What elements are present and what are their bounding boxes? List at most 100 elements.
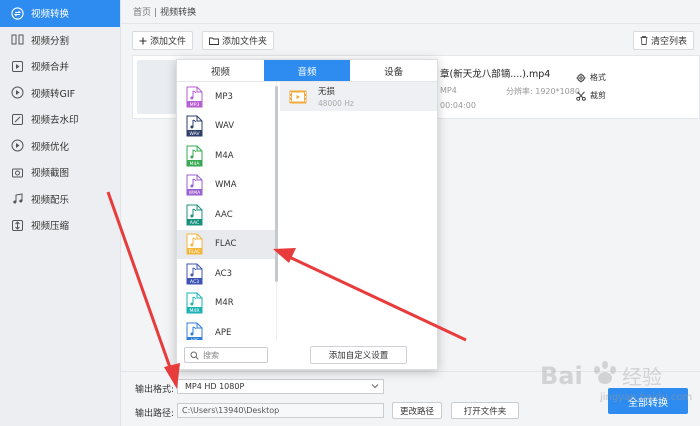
format-item-aac[interactable]: AAC AAC (177, 200, 276, 230)
watermark-remove-icon (10, 112, 24, 126)
quality-sample-rate: 48000 Hz (318, 99, 354, 108)
sidebar-item-compress[interactable]: 视频压缩 (0, 212, 120, 239)
add-file-label: 添加文件 (150, 37, 187, 47)
add-custom-setting-button[interactable]: 添加自定义设置 (310, 346, 407, 364)
file-resolution: 分辨率: 1920*1080 (506, 87, 580, 96)
trim-button[interactable]: 裁剪 (576, 90, 606, 101)
gear-icon (576, 73, 586, 83)
file-duration: 00:04:00 (440, 101, 476, 110)
open-folder-button[interactable]: 打开文件夹 (451, 402, 519, 419)
format-picker-popup: 视频 音频 设备 MP3 MP3 WAV WAV M4A M4A WMA WMA AAC AAC F… (176, 59, 438, 370)
tab-video[interactable]: 视频 (177, 60, 264, 81)
format-item-m4r[interactable]: M4R M4R (177, 289, 276, 319)
sidebar-item-optimize[interactable]: 视频优化 (0, 133, 120, 160)
format-tag: APE (190, 338, 199, 340)
file-name: 章(新天龙八部镝....).mp4 (440, 69, 551, 80)
sidebar-item-watermark[interactable]: 视频去水印 (0, 106, 120, 133)
sidebar-item-label: 视频截图 (31, 168, 70, 180)
sidebar-item-screenshot[interactable]: 视频截图 (0, 159, 120, 186)
sidebar: 视频转换 视频分割 视频合并 视频转GIF 视频去水印 视频优化 视频截图 视频… (0, 0, 121, 426)
sidebar-item-label: 视频去水印 (31, 115, 79, 127)
format-label: AC3 (215, 268, 233, 279)
tab-device[interactable]: 设备 (350, 60, 437, 81)
sidebar-item-split[interactable]: 视频分割 (0, 27, 120, 54)
format-tag: WMA (189, 190, 202, 196)
output-format-label: 输出格式: (135, 385, 175, 395)
format-button[interactable]: 格式 (576, 72, 606, 83)
audio-file-icon: APE (186, 322, 203, 340)
output-path-field[interactable]: C:\Users\13940\Desktop (177, 403, 384, 418)
format-item-wav[interactable]: WAV WAV (177, 112, 276, 142)
format-tag: MP3 (190, 102, 200, 108)
gif-icon (10, 86, 24, 100)
watermark-url: jingyan.baidu.com (600, 392, 693, 403)
split-icon (10, 33, 24, 47)
sidebar-item-gif[interactable]: 视频转GIF (0, 80, 120, 107)
clear-list-label: 清空列表 (651, 37, 688, 47)
format-item-flac[interactable]: FLAC FLAC (177, 229, 276, 259)
add-folder-button[interactable]: 添加文件夹 (202, 31, 275, 50)
format-item-wma[interactable]: WMA WMA (177, 171, 276, 201)
audio-file-icon: M4A (186, 145, 203, 167)
convert-icon (10, 6, 24, 20)
optimize-icon (10, 139, 24, 153)
format-label: MP3 (215, 91, 233, 102)
audio-file-icon: M4R (186, 292, 203, 314)
format-label: AAC (215, 209, 233, 220)
sidebar-item-label: 视频转换 (31, 9, 70, 21)
trash-icon (640, 36, 648, 45)
scissors-icon (576, 90, 586, 101)
scrollbar-thumb[interactable] (275, 86, 278, 282)
format-label: WAV (215, 121, 235, 132)
screenshot-icon (10, 165, 24, 179)
search-placeholder: 搜索 (203, 350, 219, 360)
format-tag: AC3 (190, 279, 199, 285)
format-item-ac3[interactable]: AC3 AC3 (177, 259, 276, 289)
breadcrumb-current: 视频转换 (160, 8, 197, 18)
format-tag: WAV (189, 131, 200, 137)
compress-icon (10, 218, 24, 232)
audio-file-icon: AAC (186, 204, 203, 226)
chevron-down-icon (371, 382, 379, 392)
format-item-ape[interactable]: APE APE (177, 318, 276, 340)
audio-file-icon: WMA (186, 174, 203, 196)
search-icon (190, 351, 199, 360)
sidebar-item-label: 视频分割 (31, 35, 70, 47)
format-tag: AAC (190, 220, 200, 226)
add-file-button[interactable]: 添加文件 (132, 31, 194, 50)
sidebar-item-convert[interactable]: 视频转换 (0, 0, 120, 27)
audio-file-icon: MP3 (186, 86, 203, 108)
add-folder-label: 添加文件夹 (222, 37, 268, 47)
plus-icon (139, 37, 147, 45)
format-label: M4A (215, 150, 234, 161)
format-tag: FLAC (189, 249, 201, 255)
quality-preset-lossless[interactable]: 无损 48000 Hz (280, 82, 437, 111)
tab-audio[interactable]: 音频 (263, 60, 351, 81)
breadcrumb-home[interactable]: 首页 (133, 8, 151, 18)
music-icon (10, 192, 24, 206)
format-tag: M4A (189, 161, 200, 167)
change-path-button[interactable]: 更改路径 (392, 402, 442, 419)
format-list-scrollbar[interactable] (275, 82, 279, 340)
film-icon (289, 90, 307, 104)
sidebar-item-merge[interactable]: 视频合并 (0, 53, 120, 80)
format-item-mp3[interactable]: MP3 MP3 (177, 82, 276, 112)
sidebar-item-label: 视频优化 (31, 141, 70, 153)
file-format: MP4 (440, 86, 457, 95)
merge-icon (10, 59, 24, 73)
toolbar: 添加文件 添加文件夹 清空列表 (121, 23, 700, 55)
output-path-label: 输出路径: (135, 409, 175, 419)
sidebar-item-label: 视频压缩 (31, 221, 70, 233)
breadcrumb-separator: | (154, 8, 158, 18)
format-label: M4R (215, 298, 234, 309)
sidebar-item-music[interactable]: 视频配乐 (0, 186, 120, 213)
output-format-select[interactable]: MP4 HD 1080P (177, 379, 384, 394)
sidebar-item-label: 视频配乐 (31, 194, 70, 206)
quality-name: 无损 (318, 87, 336, 97)
audio-format-list: MP3 MP3 WAV WAV M4A M4A WMA WMA AAC AAC FLAC FLAC AC… (177, 82, 277, 340)
audio-file-icon: WAV (186, 115, 203, 137)
trim-label: 裁剪 (590, 91, 606, 100)
format-search-input[interactable]: 搜索 (184, 347, 268, 363)
format-item-m4a[interactable]: M4A M4A (177, 141, 276, 171)
clear-list-button[interactable]: 清空列表 (633, 31, 695, 50)
